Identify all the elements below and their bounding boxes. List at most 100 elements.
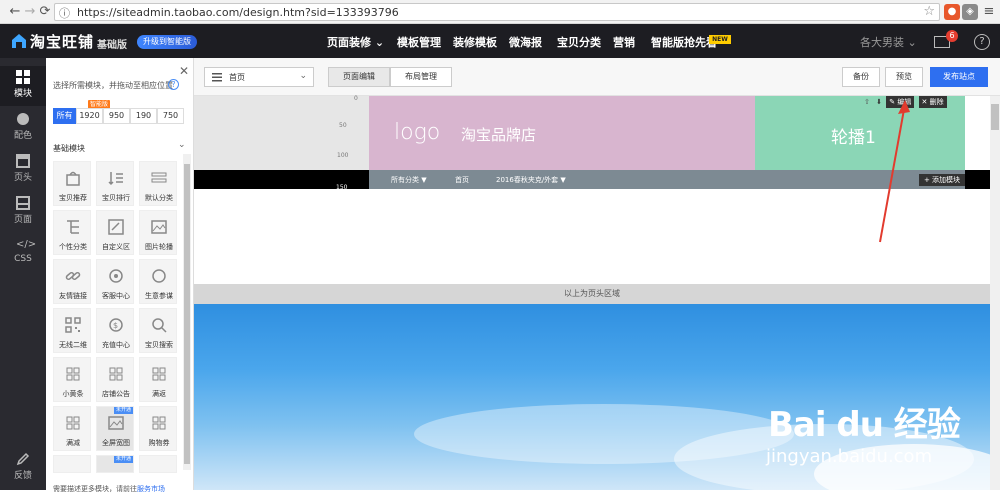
preview-button[interactable]: 预览	[885, 67, 923, 87]
tile-label: 满返	[152, 390, 166, 398]
bookmark-star-icon[interactable]: ☆	[923, 4, 935, 19]
tile-label: 个性分类	[59, 243, 87, 251]
tile-customer-service[interactable]: 客服中心	[96, 259, 134, 304]
grid-small-icon	[152, 416, 166, 430]
canvas-scrollbar[interactable]	[990, 96, 1000, 490]
panel-scroll-thumb[interactable]	[184, 164, 190, 464]
rail-item-page[interactable]: 页面	[0, 192, 46, 232]
tile-label: 小黄条	[62, 390, 84, 398]
canvas-scroll-thumb[interactable]	[991, 104, 999, 130]
nav-marketing[interactable]: 营销	[613, 34, 635, 50]
rail-item-modules[interactable]: 模块	[0, 66, 46, 106]
grid-small-icon	[109, 367, 123, 381]
rail-label: 配色	[13, 131, 32, 141]
grid-small-icon	[66, 367, 80, 381]
tile-yellow-bar[interactable]: 小黄条	[53, 357, 91, 402]
nav-page-decor[interactable]: 页面装修 ⌄	[327, 34, 384, 50]
tile-discount[interactable]: 满减	[53, 406, 91, 451]
image-icon	[108, 416, 124, 430]
header-icon	[16, 154, 30, 168]
tile-more-3[interactable]	[139, 455, 177, 473]
tile-image-carousel[interactable]: 图片轮播	[139, 210, 177, 255]
tile-default-category[interactable]: 默认分类	[139, 161, 177, 206]
question-icon[interactable]: ?	[168, 79, 179, 90]
tile-business-advisor[interactable]: 生意参谋	[139, 259, 177, 304]
tile-friend-links[interactable]: 友情链接	[53, 259, 91, 304]
app-header: 淘宝旺铺 基础版 升级到智能版 页面装修 ⌄ 模板管理 装修模板 微海报 宝贝分…	[0, 24, 1000, 58]
backup-button[interactable]: 备份	[842, 67, 880, 87]
delete-module-button[interactable]: ✕ 删除	[918, 96, 947, 108]
width-filter-950[interactable]: 950	[103, 108, 130, 124]
help-icon[interactable]: ?	[974, 34, 990, 50]
shop-selector[interactable]: 各大男装 ⌄	[860, 34, 917, 50]
left-rail: 模块 配色 页头 页面 </> CSS 反馈	[0, 58, 46, 490]
tile-shop-notice[interactable]: 店铺公告	[96, 357, 134, 402]
tile-custom-area[interactable]: 自定义区	[96, 210, 134, 255]
tile-label: 自定义区	[102, 243, 130, 251]
annotation-arrow	[879, 100, 910, 243]
service-market-link[interactable]: 服务市场	[137, 485, 165, 493]
panel-footer: 需要描述更多模块，请前往服务市场	[53, 484, 165, 494]
qrcode-icon	[65, 317, 81, 333]
rail-item-colors[interactable]: 配色	[0, 108, 46, 148]
tile-item-recommend[interactable]: 宝贝推荐	[53, 161, 91, 206]
add-module-button[interactable]: + 添加模块	[919, 174, 965, 186]
nav-smart-preview[interactable]: 智能版抢先看	[651, 34, 717, 50]
tile-label: 宝贝排行	[102, 194, 130, 202]
menu-icon[interactable]: ≡	[980, 3, 998, 21]
tile-mobile-qrcode[interactable]: 无线二维	[53, 308, 91, 353]
mail-count-badge: 6	[946, 30, 958, 42]
tile-item-search[interactable]: 宝贝搜索	[139, 308, 177, 353]
page-select[interactable]: 首页 ⌄	[204, 67, 314, 87]
tab-layout-manage[interactable]: 布局管理	[390, 67, 452, 87]
rail-item-css[interactable]: </> CSS	[0, 234, 46, 274]
tile-cashback[interactable]: 满返	[139, 357, 177, 402]
chevron-down-icon[interactable]: ⌄	[178, 140, 186, 150]
tab-page-edit[interactable]: 页面编辑	[328, 67, 390, 87]
custom-area-icon	[108, 219, 124, 235]
search-icon	[152, 318, 167, 333]
tile-fullscreen-image[interactable]: 未开通 全屏宽图	[96, 406, 134, 451]
tile-label: 客服中心	[102, 292, 130, 300]
tile-label: 图片轮播	[145, 243, 173, 251]
nav-decor-template[interactable]: 装修模板	[453, 34, 497, 50]
width-filter-750[interactable]: 750	[157, 108, 184, 124]
publish-button[interactable]: 发布站点	[930, 67, 988, 87]
compass-icon	[152, 269, 166, 283]
new-badge: NEW	[709, 35, 731, 44]
tile-label: 宝贝推荐	[59, 194, 87, 202]
nav-item-category[interactable]: 宝贝分类	[557, 34, 601, 50]
tile-more-2[interactable]: 未开通	[96, 455, 134, 473]
width-filter-190[interactable]: 190	[130, 108, 157, 124]
editor-toolbar: 首页 ⌄ 页面编辑 布局管理 备份 预览 发布站点	[194, 58, 1000, 96]
rail-label: 反馈	[13, 471, 32, 481]
url-text: https://siteadmin.taobao.com/design.htm?…	[77, 6, 399, 19]
tile-recharge-center[interactable]: $ 充值中心	[96, 308, 134, 353]
signboard-logo: logo	[394, 120, 441, 145]
rail-item-header[interactable]: 页头	[0, 150, 46, 190]
info-icon[interactable]: ⓘ	[59, 5, 70, 21]
reload-icon[interactable]: ⟳	[36, 3, 54, 21]
tile-item-ranking[interactable]: 宝贝排行	[96, 161, 134, 206]
nav-all-categories[interactable]: 所有分类 ▼	[391, 175, 427, 185]
tile-more-1[interactable]	[53, 455, 91, 473]
close-icon[interactable]: ✕	[179, 64, 189, 78]
shield-extension-icon[interactable]: ◈	[962, 4, 978, 20]
rail-item-feedback[interactable]: 反馈	[0, 448, 46, 488]
upgrade-button[interactable]: 升级到智能版	[137, 35, 197, 49]
tile-coupon[interactable]: 购物券	[139, 406, 177, 451]
ruler-tick: 50	[339, 122, 347, 129]
tile-custom-category[interactable]: 个性分类	[53, 210, 91, 255]
width-filter-all[interactable]: 所有	[53, 108, 76, 124]
shop-logo-icon	[12, 34, 26, 48]
ruler-tick: 150	[336, 184, 348, 191]
width-filter-1920[interactable]: 1920	[76, 108, 103, 124]
nav-template-manage[interactable]: 模板管理	[397, 34, 441, 50]
nav-jackets[interactable]: 2016春秋夹克/外套 ▼	[496, 175, 566, 185]
tile-label: 无线二维	[59, 341, 87, 349]
palette-icon	[17, 113, 29, 125]
extension-icon[interactable]: ●	[944, 4, 960, 20]
nav-micro-poster[interactable]: 微海报	[509, 34, 542, 50]
nav-home[interactable]: 首页	[455, 175, 469, 185]
address-bar[interactable]: ⓘ https://siteadmin.taobao.com/design.ht…	[54, 3, 940, 21]
